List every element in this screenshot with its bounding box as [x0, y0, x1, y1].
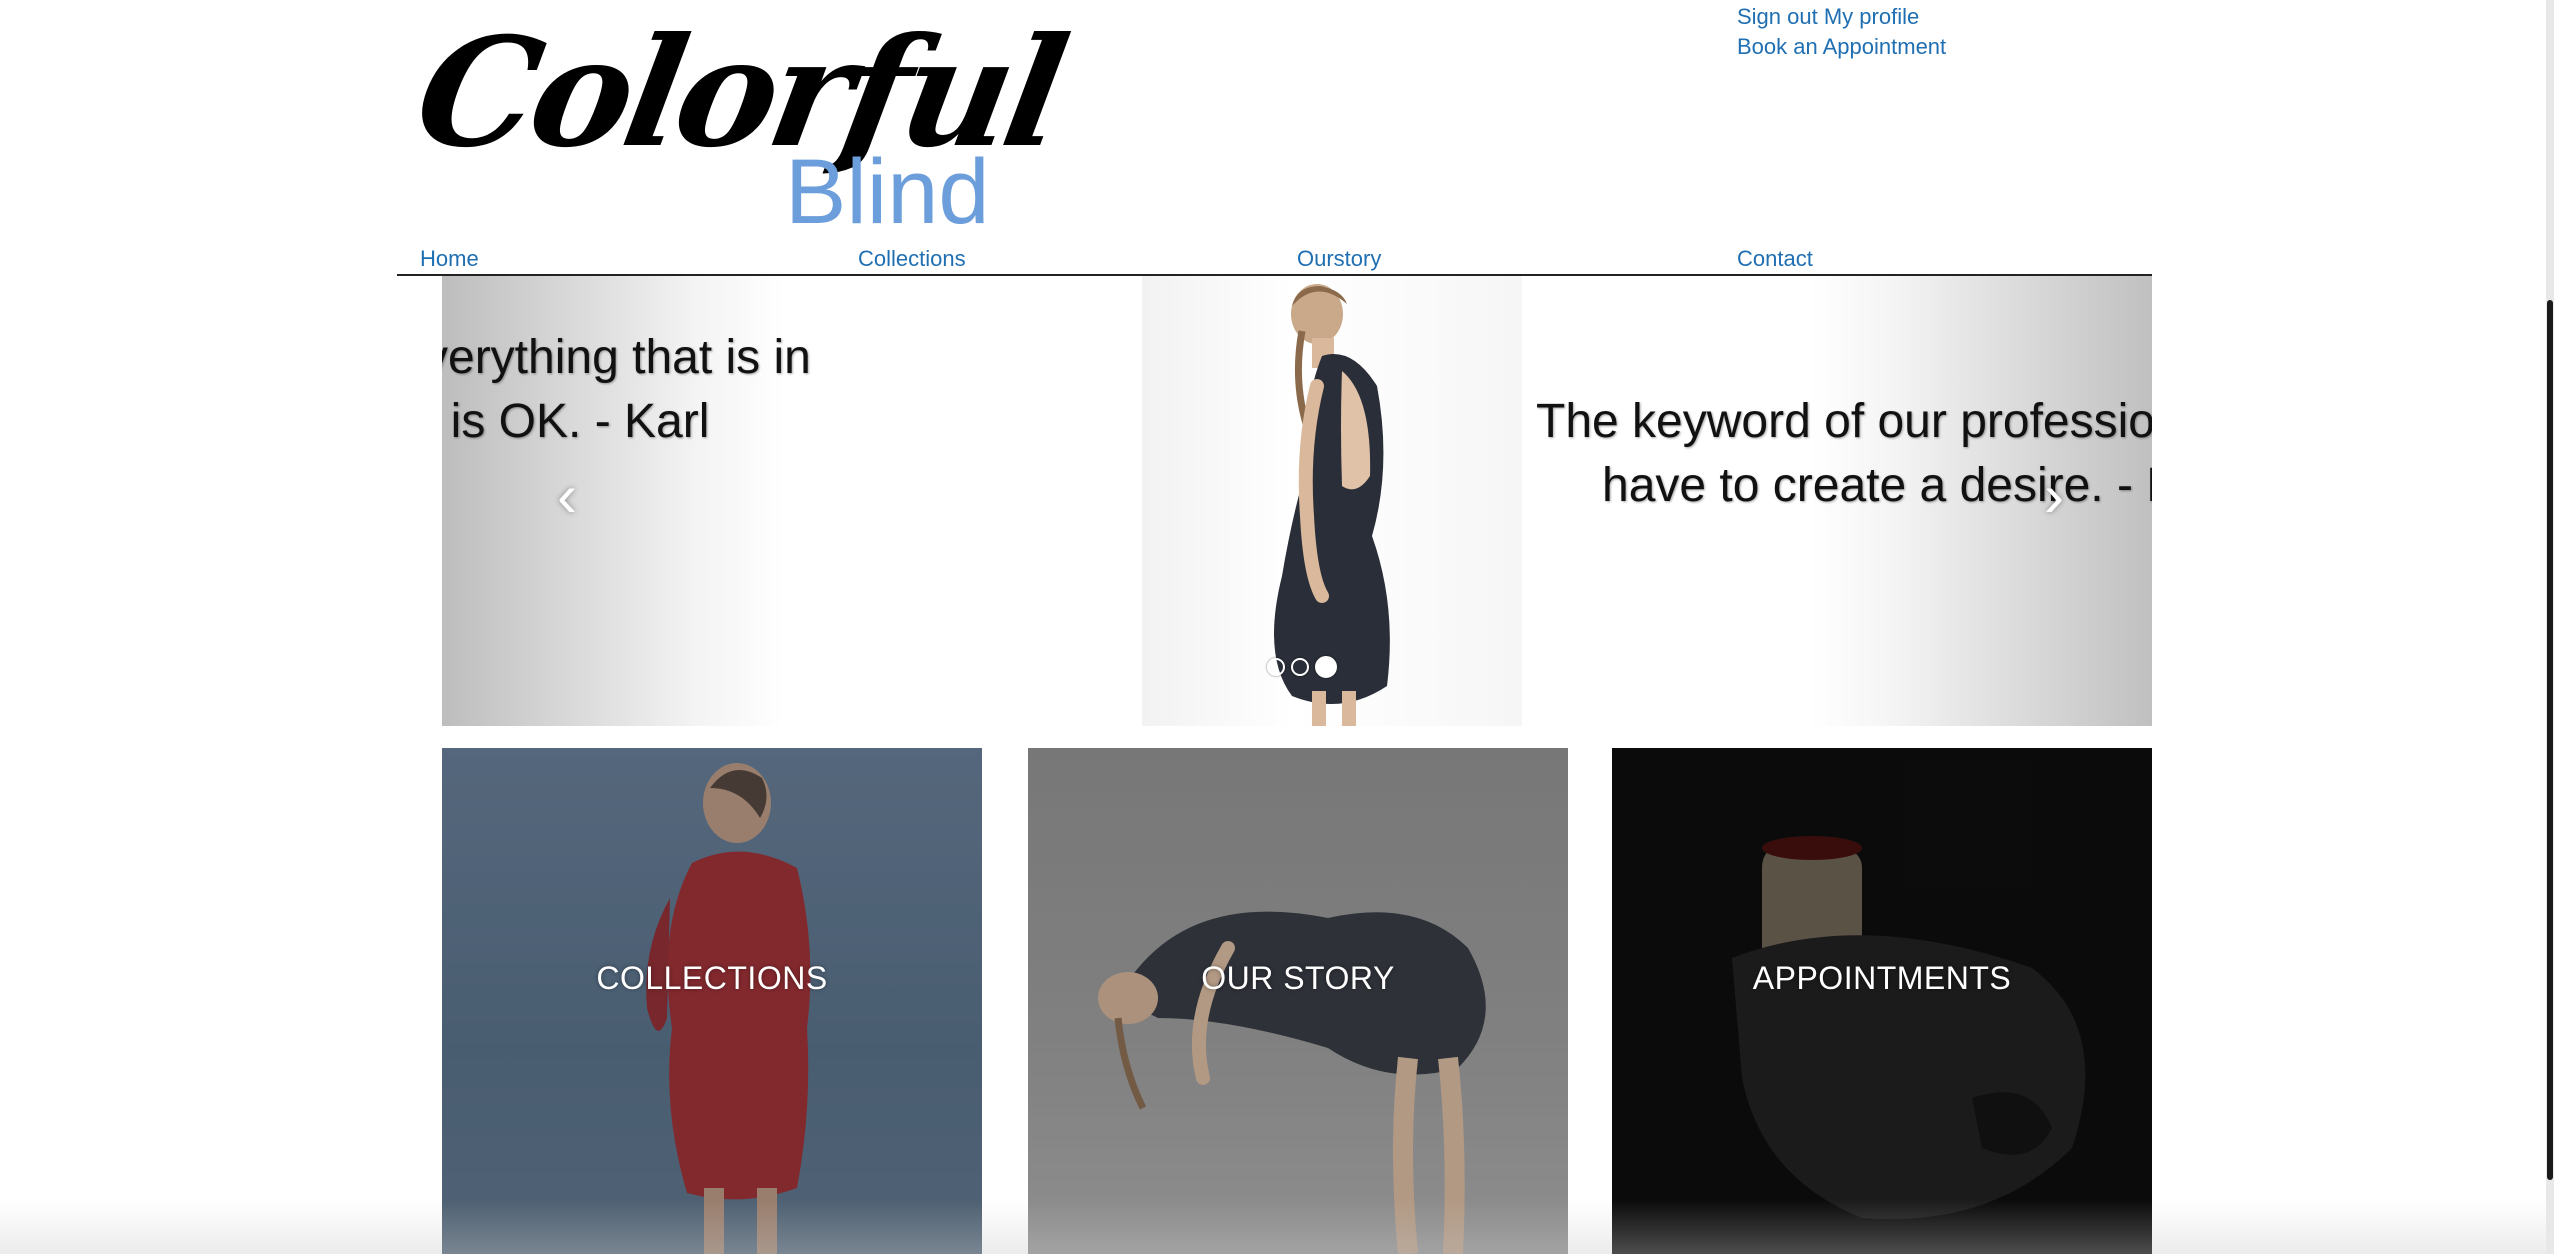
collections-tile-label: COLLECTIONS [596, 960, 828, 996]
slide-quote-left: verything that is in t is OK. - Karl [442, 326, 811, 454]
our-story-tile[interactable]: OUR STORY [1028, 748, 1568, 1254]
hero-carousel: verything that is in t is OK. - Karl The… [442, 276, 2152, 726]
book-appointment-link[interactable]: Book an Appointment [1737, 34, 1946, 59]
appointments-tile-label: APPOINTMENTS [1752, 960, 2012, 996]
carousel-dot-1[interactable] [1267, 658, 1285, 676]
site-logo[interactable]: Colorful Blind [404, 5, 1073, 238]
chevron-right-icon[interactable]: › [2024, 466, 2084, 526]
page-scrollbar[interactable] [2546, 0, 2554, 1254]
account-links: Sign out My profile Book an Appointment [1737, 2, 1946, 62]
our-story-tile-label: OUR STORY [1201, 960, 1395, 996]
nav-ourstory[interactable]: Ourstory [1297, 244, 1381, 274]
main-nav: Home Collections Ourstory Contact [397, 244, 2152, 276]
nav-home[interactable]: Home [420, 244, 479, 274]
carousel-dot-2[interactable] [1291, 658, 1309, 676]
chevron-left-icon[interactable]: ‹ [537, 466, 597, 526]
quote-left-line1: verything that is in [442, 331, 811, 384]
collections-tile[interactable]: COLLECTIONS [442, 748, 982, 1254]
my-profile-link[interactable]: My profile [1824, 4, 1919, 29]
scrollbar-thumb[interactable] [2547, 300, 2553, 1180]
quote-right-line1: The keyword of our profession [1536, 395, 2152, 448]
sign-out-link[interactable]: Sign out [1737, 4, 1818, 29]
nav-contact[interactable]: Contact [1737, 244, 1813, 274]
carousel-dot-3[interactable] [1315, 656, 1337, 678]
appointments-tile[interactable]: APPOINTMENTS [1612, 748, 2152, 1254]
carousel-indicators [1267, 656, 1343, 678]
logo-sub-text: Blind [785, 141, 990, 243]
nav-collections[interactable]: Collections [858, 244, 966, 274]
quote-left-line2: t is OK. - Karl [442, 395, 710, 448]
